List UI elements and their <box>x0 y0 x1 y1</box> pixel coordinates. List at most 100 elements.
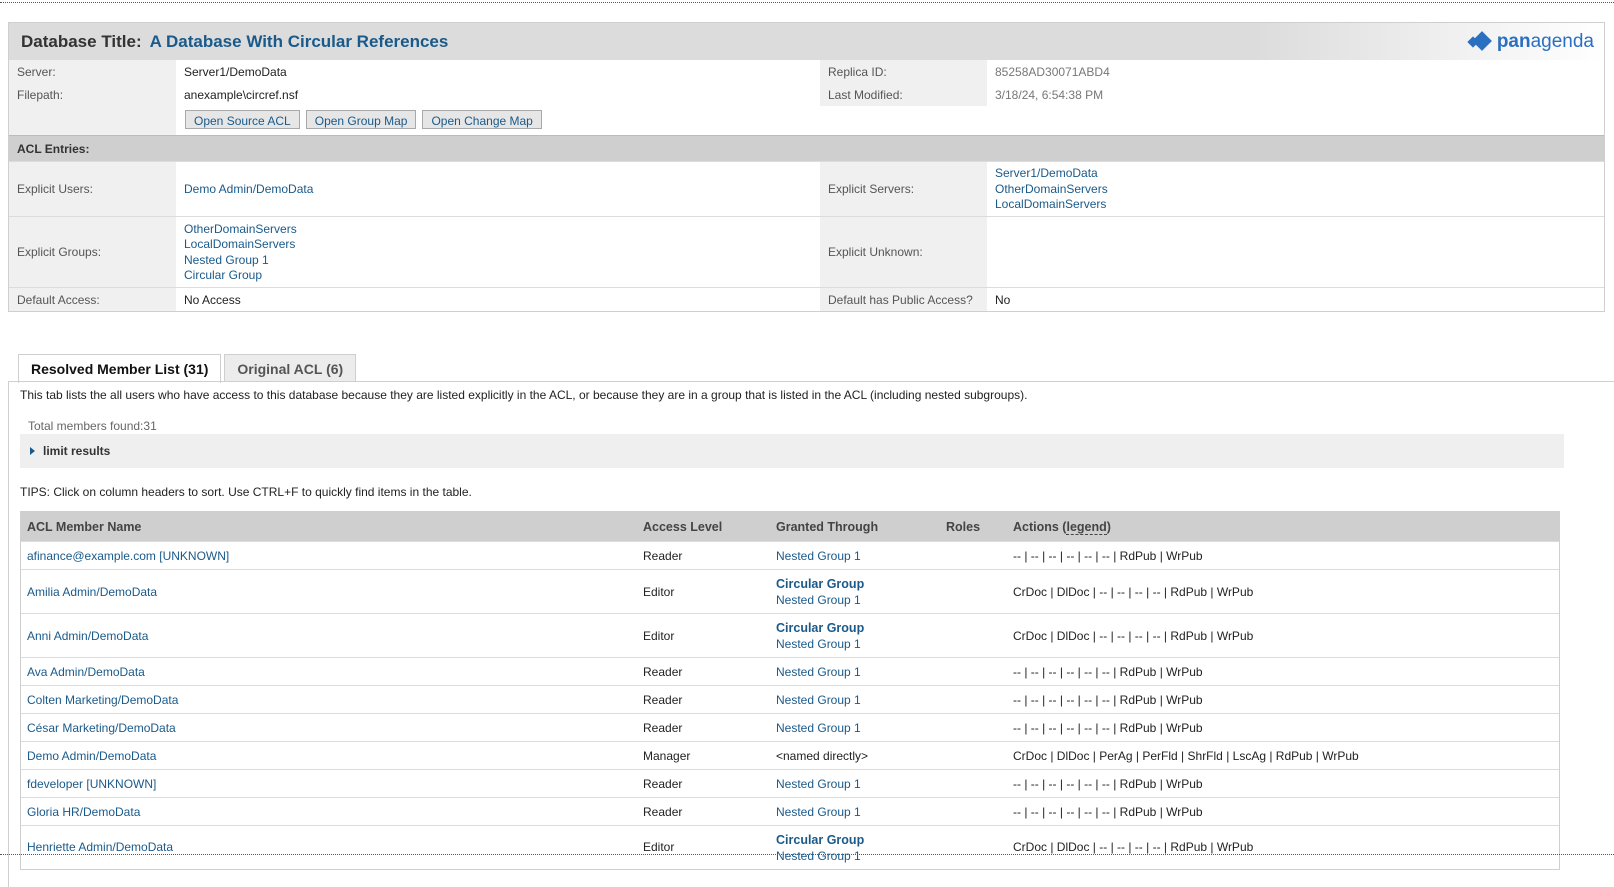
actions: CrDoc | DlDoc | -- | -- | -- | -- | RdPu… <box>1013 584 1254 599</box>
tab-resolved-member-list[interactable]: Resolved Member List (31) <box>18 354 222 383</box>
table-row: Gloria HR/DemoData Reader Nested Group 1… <box>21 797 1559 825</box>
table-row: Colten Marketing/DemoData Reader Nested … <box>21 685 1559 713</box>
access-level: Reader <box>643 548 683 563</box>
granted-through: Nested Group 1 <box>770 776 940 792</box>
logo-text-bold: pan <box>1496 31 1531 52</box>
member-name-link[interactable]: Gloria HR/DemoData <box>27 805 140 819</box>
server-row: Server: Server1/DemoData Replica ID: 852… <box>9 60 1604 83</box>
explicit-groups-list: OtherDomainServers LocalDomainServers Ne… <box>176 217 820 287</box>
top-border <box>0 2 1614 3</box>
granted-group-link[interactable]: Nested Group 1 <box>776 692 940 708</box>
table-row: Henriette Admin/DemoData Editor Circular… <box>21 825 1559 869</box>
member-name-link[interactable]: Ava Admin/DemoData <box>27 665 145 679</box>
filepath-label: Filepath: <box>9 83 176 106</box>
replica-id-label: Replica ID: <box>820 60 987 83</box>
granted-group-link-bold[interactable]: Circular Group <box>776 832 940 848</box>
explicit-unknown-label: Explicit Unknown: <box>820 217 987 287</box>
header-roles[interactable]: Roles <box>940 520 1007 534</box>
action-buttons-row: Open Source ACL Open Group Map Open Chan… <box>9 106 1604 135</box>
last-modified-value: 3/18/24, 6:54:38 PM <box>995 88 1104 102</box>
explicit-server-link[interactable]: LocalDomainServers <box>995 197 1604 213</box>
explicit-user-link[interactable]: Demo Admin/DemoData <box>184 182 820 198</box>
open-group-map-button[interactable]: Open Group Map <box>305 110 417 129</box>
granted-group-link[interactable]: Nested Group 1 <box>776 720 940 736</box>
member-name-link[interactable]: Demo Admin/DemoData <box>27 749 156 763</box>
member-name-link[interactable]: Anni Admin/DemoData <box>27 629 148 643</box>
granted-group-link[interactable]: Nested Group 1 <box>776 592 940 608</box>
granted-group-link[interactable]: Nested Group 1 <box>776 636 940 652</box>
header-member-name[interactable]: ACL Member Name <box>21 520 637 534</box>
member-table: ACL Member Name Access Level Granted Thr… <box>20 511 1560 870</box>
header-actions[interactable]: Actions (legend) <box>1007 519 1559 535</box>
explicit-server-link[interactable]: OtherDomainServers <box>995 182 1604 198</box>
member-name-link[interactable]: afinance@example.com [UNKNOWN] <box>27 549 229 563</box>
access-level: Manager <box>643 748 691 763</box>
default-access-row: Default Access: No Access Default has Pu… <box>9 287 1604 311</box>
explicit-server-link[interactable]: Server1/DemoData <box>995 166 1604 182</box>
access-level: Reader <box>643 664 683 679</box>
explicit-group-link[interactable]: Circular Group <box>184 268 820 284</box>
actions: -- | -- | -- | -- | -- | -- | RdPub | Wr… <box>1013 776 1203 791</box>
legend-link[interactable]: legend <box>1066 519 1107 535</box>
filepath-value: anexample\circref.nsf <box>184 88 299 102</box>
member-name-link[interactable]: Amilia Admin/DemoData <box>27 585 157 599</box>
member-name-link[interactable]: César Marketing/DemoData <box>27 721 176 735</box>
tab-divider <box>8 381 1614 382</box>
access-level: Reader <box>643 776 683 791</box>
tab-original-acl[interactable]: Original ACL (6) <box>224 354 357 382</box>
filepath-row: Filepath: anexample\circref.nsf Last Mod… <box>9 83 1604 106</box>
table-row: afinance@example.com [UNKNOWN] Reader Ne… <box>21 541 1559 569</box>
explicit-group-link[interactable]: LocalDomainServers <box>184 237 820 253</box>
granted-group-link-bold[interactable]: Circular Group <box>776 576 940 592</box>
database-title-value: A Database With Circular References <box>149 31 449 51</box>
granted-group-link[interactable]: Nested Group 1 <box>776 664 940 680</box>
granted-through: Nested Group 1 <box>770 720 940 736</box>
granted-through: Circular Group Nested Group 1 <box>770 576 940 608</box>
member-name-link[interactable]: fdeveloper [UNKNOWN] <box>27 777 156 791</box>
member-name-link[interactable]: Henriette Admin/DemoData <box>27 840 173 854</box>
panagenda-logo: pan agenda <box>1469 31 1594 53</box>
limit-results-label: limit results <box>43 444 111 458</box>
last-modified-label: Last Modified: <box>820 83 987 106</box>
access-level: Editor <box>643 628 675 643</box>
explicit-users-list: Demo Admin/DemoData <box>176 162 820 216</box>
expand-triangle-icon <box>30 447 35 455</box>
explicit-servers-list: Server1/DemoData OtherDomainServers Loca… <box>987 162 1604 216</box>
open-change-map-button[interactable]: Open Change Map <box>422 110 542 129</box>
explicit-servers-label: Explicit Servers: <box>820 162 987 216</box>
replica-id-value: 85258AD30071ABD4 <box>995 65 1110 79</box>
explicit-group-link[interactable]: Nested Group 1 <box>184 253 820 269</box>
table-row: Anni Admin/DemoData Editor Circular Grou… <box>21 613 1559 657</box>
database-info-panel: Database Title: A Database With Circular… <box>8 22 1605 312</box>
granted-group-link[interactable]: Nested Group 1 <box>776 804 940 820</box>
access-level: Reader <box>643 692 683 707</box>
actions: CrDoc | DlDoc | -- | -- | -- | -- | RdPu… <box>1013 840 1254 854</box>
total-members-count: Total members found:31 <box>28 419 157 433</box>
database-title-label: Database Title: <box>21 31 142 51</box>
actions: CrDoc | DlDoc | -- | -- | -- | -- | RdPu… <box>1013 628 1254 643</box>
granted-through: Nested Group 1 <box>770 664 940 680</box>
table-row: fdeveloper [UNKNOWN] Reader Nested Group… <box>21 769 1559 797</box>
header-granted-through[interactable]: Granted Through <box>770 520 940 534</box>
granted-group-link[interactable]: Nested Group 1 <box>776 548 940 564</box>
access-level: Editor <box>643 584 675 599</box>
panagenda-logo-icon <box>1469 32 1493 52</box>
tab-panel-border <box>8 381 9 887</box>
granted-group-link[interactable]: Nested Group 1 <box>776 776 940 792</box>
default-access-value: No Access <box>184 293 241 307</box>
granted-group-link-bold[interactable]: Circular Group <box>776 620 940 636</box>
tips-text: TIPS: Click on column headers to sort. U… <box>20 485 472 499</box>
limit-results-toggle[interactable]: limit results <box>20 434 1564 468</box>
granted-named-directly: <named directly> <box>776 748 869 763</box>
granted-group-link[interactable]: Nested Group 1 <box>776 848 940 864</box>
member-name-link[interactable]: Colten Marketing/DemoData <box>27 693 178 707</box>
actions: CrDoc | DlDoc | PerAg | PerFld | ShrFld … <box>1013 748 1359 763</box>
access-level: Reader <box>643 720 683 735</box>
logo-text-light: agenda <box>1530 31 1594 52</box>
table-row: César Marketing/DemoData Reader Nested G… <box>21 713 1559 741</box>
explicit-group-link[interactable]: OtherDomainServers <box>184 222 820 238</box>
header-access-level[interactable]: Access Level <box>637 520 770 534</box>
open-source-acl-button[interactable]: Open Source ACL <box>185 110 300 129</box>
explicit-groups-row: Explicit Groups: OtherDomainServers Loca… <box>9 216 1604 287</box>
explicit-unknown-value <box>987 217 1604 287</box>
